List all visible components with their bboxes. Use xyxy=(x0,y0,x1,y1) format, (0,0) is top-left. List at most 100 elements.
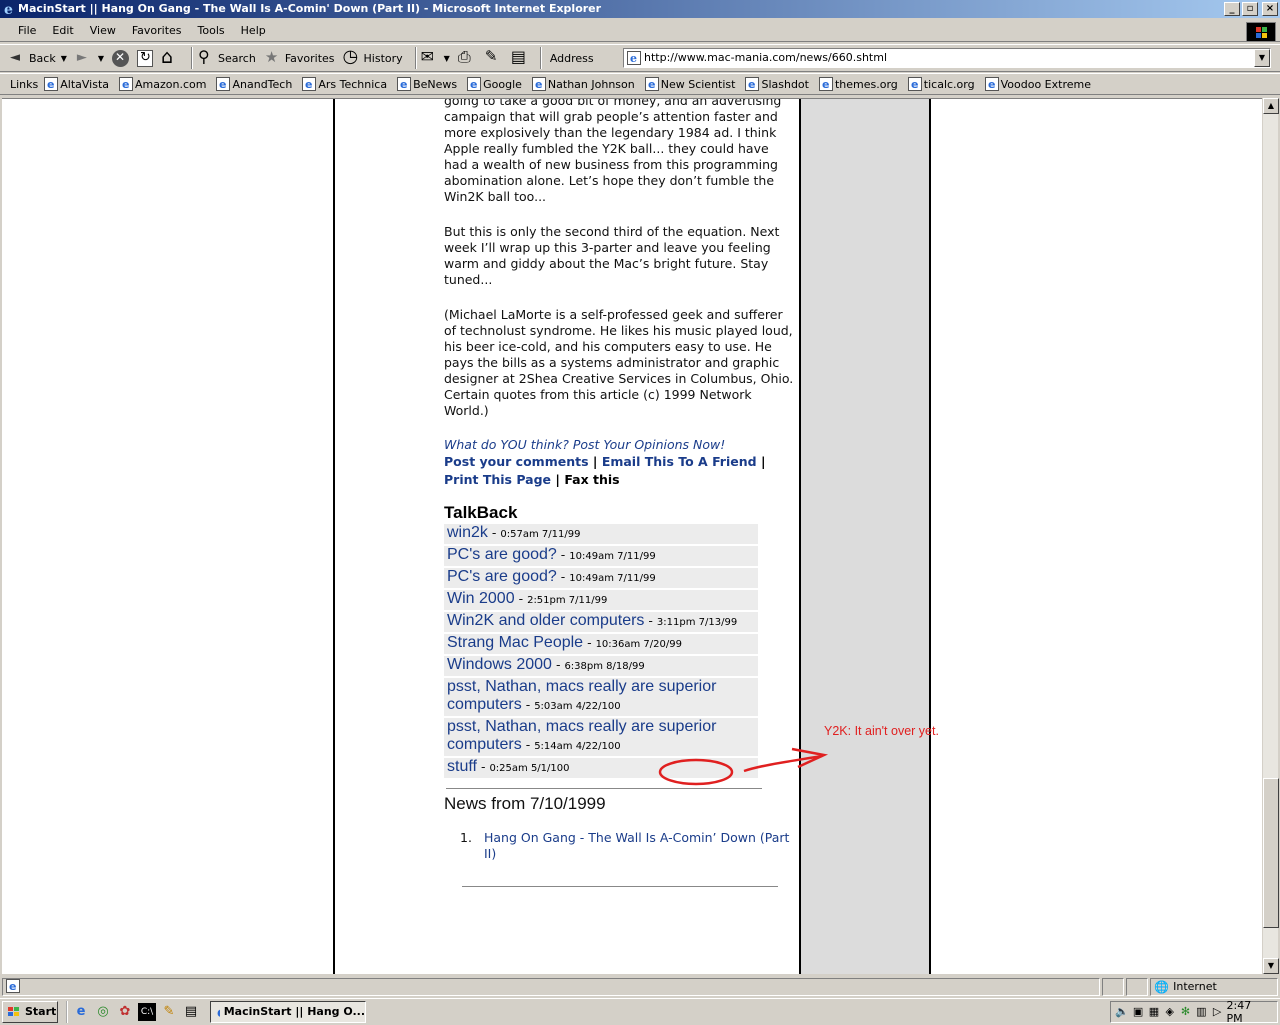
scroll-down-icon[interactable]: ▼ xyxy=(1263,958,1279,974)
talkback-link[interactable]: Strang Mac People xyxy=(447,634,583,651)
article-body: going to take a good bit of money, and a… xyxy=(444,99,794,887)
news-list: 1. Hang On Gang - The Wall Is A-Comin’ D… xyxy=(444,830,794,862)
ie-quicklaunch-icon[interactable]: e xyxy=(72,1003,90,1021)
edit-button[interactable] xyxy=(484,47,502,67)
talkback-link[interactable]: Windows 2000 xyxy=(447,656,552,673)
link-nathan-johnson[interactable]: e Nathan Johnson xyxy=(531,77,635,91)
column-divider xyxy=(333,99,335,974)
menu-help[interactable]: Help xyxy=(233,24,274,37)
address-url[interactable]: http://www.mac-mania.com/news/660.shtml xyxy=(644,51,887,64)
back-dropdown-icon[interactable]: ▼ xyxy=(61,54,67,63)
back-arrow-icon xyxy=(8,49,26,67)
windows-logo-icon xyxy=(6,1005,22,1019)
menu-favorites[interactable]: Favorites xyxy=(124,24,190,37)
start-button[interactable]: Start xyxy=(2,1000,58,1023)
forward-button[interactable]: ▼ xyxy=(75,49,104,67)
link-themes-org[interactable]: e themes.org xyxy=(818,77,898,91)
mail-button[interactable]: ▼ xyxy=(421,47,450,67)
print-page-link[interactable]: Print This Page xyxy=(444,472,551,487)
home-button[interactable] xyxy=(161,46,179,68)
menu-tools[interactable]: Tools xyxy=(190,24,233,37)
page-icon: e xyxy=(44,77,59,91)
tray-app-icon[interactable]: ▥ xyxy=(1195,1005,1208,1019)
favorites-icon xyxy=(264,48,282,67)
mail-dropdown-icon[interactable]: ▼ xyxy=(444,54,450,63)
link-google[interactable]: e Google xyxy=(467,77,522,91)
menu-edit[interactable]: Edit xyxy=(44,24,81,37)
svg-text:e: e xyxy=(630,52,637,65)
email-friend-link[interactable]: Email This To A Friend xyxy=(602,454,757,469)
cmd-quicklaunch-icon[interactable]: C:\ xyxy=(138,1002,156,1021)
windows-throbber-icon xyxy=(1246,22,1276,42)
talkback-link[interactable]: stuff xyxy=(447,758,477,775)
menu-view[interactable]: View xyxy=(82,24,124,37)
tray-app-icon[interactable]: ▦ xyxy=(1148,1005,1161,1019)
maximize-button[interactable]: ▫ xyxy=(1242,2,1258,16)
news-link[interactable]: Hang On Gang - The Wall Is A-Comin’ Down… xyxy=(460,830,794,862)
forward-dropdown-icon[interactable]: ▼ xyxy=(98,54,104,63)
notepad-quicklaunch-icon[interactable]: ▤ xyxy=(182,1003,200,1021)
discuss-button[interactable] xyxy=(510,47,528,67)
link-anandtech[interactable]: e AnandTech xyxy=(216,77,292,91)
link-new-scientist[interactable]: e New Scientist xyxy=(644,77,735,91)
media-quicklaunch-icon[interactable]: ✿ xyxy=(116,1003,134,1021)
svg-text:e: e xyxy=(219,78,226,91)
address-bar[interactable]: e http://www.mac-mania.com/news/660.shtm… xyxy=(623,48,1271,68)
print-button[interactable] xyxy=(458,47,476,67)
tool-quicklaunch-icon[interactable]: ✎ xyxy=(160,1003,178,1021)
link-slashdot[interactable]: e Slashdot xyxy=(745,77,809,91)
page-viewport[interactable]: going to take a good bit of money, and a… xyxy=(2,98,1262,974)
refresh-button[interactable] xyxy=(137,49,154,67)
post-comments-link[interactable]: Post your comments xyxy=(444,454,589,469)
scroll-up-icon[interactable]: ▲ xyxy=(1263,98,1279,114)
address-dropdown-icon[interactable]: ▼ xyxy=(1254,49,1270,67)
page-icon: e xyxy=(216,77,231,91)
talkback-link[interactable]: Win2K and older computers xyxy=(447,612,644,629)
clock[interactable]: 2:47 PM xyxy=(1226,999,1267,1025)
talkback-link[interactable]: Win 2000 xyxy=(447,590,515,607)
close-button[interactable]: × xyxy=(1262,2,1278,16)
talkback-link[interactable]: PC's are good? xyxy=(447,546,557,563)
link-ars-technica[interactable]: e Ars Technica xyxy=(302,77,387,91)
talkback-date: 3:11pm 7/13/99 xyxy=(656,617,738,628)
vertical-scrollbar[interactable]: ▲ ▼ xyxy=(1262,98,1279,974)
svg-text:e: e xyxy=(305,78,312,91)
taskbar-ie-window-button[interactable]: e MacinStart || Hang O... xyxy=(210,1000,366,1023)
link-voodoo-extreme[interactable]: e Voodoo Extreme xyxy=(984,77,1091,91)
menu-bar: File Edit View Favorites Tools Help xyxy=(0,20,1280,42)
talkback-list: win2k - 0:57am 7/11/99 PC's are good? - … xyxy=(444,524,758,778)
tray-app-icon[interactable]: ◈ xyxy=(1163,1005,1176,1019)
page-icon: e xyxy=(467,77,482,91)
tray-app-icon[interactable]: ✻ xyxy=(1179,1005,1192,1019)
search-button[interactable]: Search xyxy=(197,47,256,67)
minimize-button[interactable]: _ xyxy=(1224,2,1240,16)
links-label[interactable]: Links xyxy=(10,78,38,91)
svg-text:e: e xyxy=(535,78,542,91)
title-bar[interactable]: e MacinStart || Hang On Gang - The Wall … xyxy=(0,0,1280,18)
network-icon[interactable]: ▣ xyxy=(1132,1005,1145,1019)
link-altavista[interactable]: e AltaVista xyxy=(44,77,109,91)
action-separator: | xyxy=(555,472,560,487)
menu-file[interactable]: File xyxy=(10,24,44,37)
talkback-item: Windows 2000 - 6:38pm 8/18/99 xyxy=(444,656,758,676)
back-button[interactable]: Back ▼ xyxy=(8,49,67,67)
stop-button[interactable] xyxy=(112,49,130,67)
volume-icon[interactable]: 🔈 xyxy=(1115,1005,1129,1019)
favorites-button[interactable]: Favorites xyxy=(264,48,335,67)
globe-icon: 🌐 xyxy=(1154,980,1170,994)
tray-app-icon[interactable]: ▷ xyxy=(1211,1005,1224,1019)
history-button[interactable]: History xyxy=(343,46,403,67)
outlook-quicklaunch-icon[interactable]: ◎ xyxy=(94,1003,112,1021)
refresh-icon xyxy=(137,49,154,67)
scroll-thumb[interactable] xyxy=(1263,778,1279,928)
link-amazon[interactable]: e Amazon.com xyxy=(119,77,206,91)
opinions-prompt[interactable]: What do YOU think? Post Your Opinions No… xyxy=(444,437,794,453)
link-benews[interactable]: e BeNews xyxy=(397,77,457,91)
link-ticalc-org[interactable]: e ticalc.org xyxy=(907,77,975,91)
talkback-link[interactable]: win2k xyxy=(447,524,488,541)
system-tray: 🔈 ▣ ▦ ◈ ✻ ▥ ▷ 2:47 PM xyxy=(1110,999,1278,1025)
window-title: MacinStart || Hang On Gang - The Wall Is… xyxy=(18,2,602,15)
talkback-date: 0:25am 5/1/100 xyxy=(489,763,570,774)
talkback-link[interactable]: PC's are good? xyxy=(447,568,557,585)
svg-text:e: e xyxy=(822,78,829,91)
